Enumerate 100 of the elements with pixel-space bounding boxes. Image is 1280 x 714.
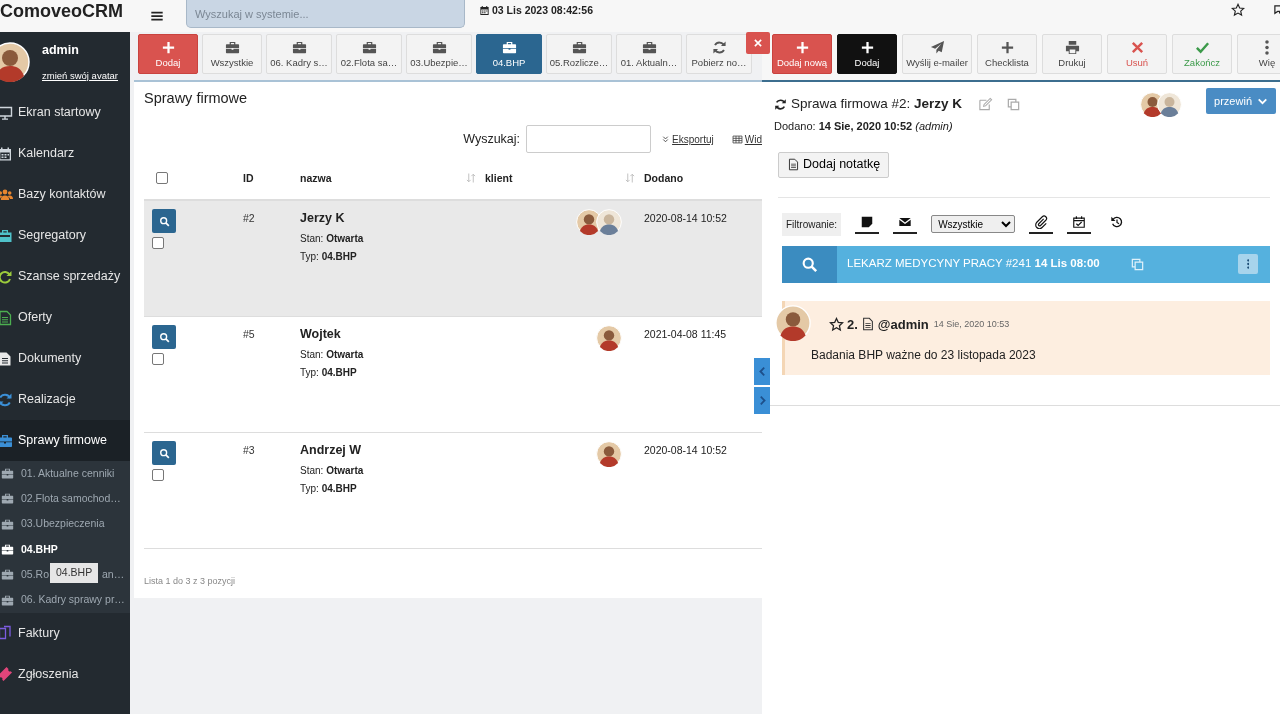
sidebar-item[interactable]: Segregatory bbox=[0, 215, 130, 256]
case-state: Stan: Otwarta bbox=[300, 464, 365, 479]
submenu-item[interactable]: 04.BHP bbox=[21, 541, 58, 558]
binder-icon bbox=[0, 227, 13, 244]
view-link[interactable]: Wid bbox=[731, 131, 762, 147]
column-header[interactable]: ID bbox=[243, 170, 254, 187]
toolbar-button[interactable]: Wyślij e-mailer bbox=[902, 34, 972, 74]
search-button[interactable] bbox=[152, 325, 176, 350]
calendar-check-icon[interactable] bbox=[1072, 214, 1087, 229]
toolbar-button[interactable]: 05.Rozlicze… bbox=[546, 34, 612, 74]
refresh-icon bbox=[711, 39, 727, 55]
filter-select[interactable]: Wszystkie bbox=[931, 215, 1016, 233]
toolbar-button[interactable]: Drukuj bbox=[1042, 34, 1102, 74]
app-logo: ComoveoCRM bbox=[0, 2, 124, 22]
briefcase-icon bbox=[1, 568, 14, 582]
case-type: Typ: 04.BHP bbox=[300, 366, 358, 381]
toolbar-button[interactable]: Wię bbox=[1237, 34, 1280, 74]
note-time: 14 Sie, 2020 10:53 bbox=[933, 317, 1010, 331]
checkbox[interactable] bbox=[152, 237, 164, 250]
note-text: Badania BHP ważne do 23 listopada 2023 bbox=[811, 347, 1037, 364]
submenu-item[interactable]: 01. Aktualne cenniki bbox=[21, 465, 115, 482]
case-name[interactable]: Wojtek bbox=[300, 325, 485, 345]
add-note-button[interactable]: Dodaj notatkę bbox=[778, 151, 890, 178]
export-link[interactable]: Eksportuj bbox=[661, 131, 714, 147]
checkbox[interactable] bbox=[152, 353, 164, 366]
case-name[interactable]: Jerzy K bbox=[300, 209, 485, 229]
search-icon bbox=[158, 331, 170, 343]
search-field[interactable]: Wyszukaj w systemie... bbox=[186, 0, 465, 28]
invoice-icon bbox=[0, 625, 13, 642]
plus-icon bbox=[999, 39, 1015, 55]
avatar bbox=[596, 209, 622, 236]
sidebar-item[interactable]: Faktury bbox=[0, 612, 130, 654]
menu-icon[interactable] bbox=[150, 9, 164, 23]
sync-icon bbox=[0, 268, 13, 285]
briefcase-icon bbox=[571, 39, 587, 55]
toolbar-button[interactable]: 06. Kadry s… bbox=[266, 34, 332, 74]
star-icon[interactable] bbox=[829, 316, 844, 332]
star-icon[interactable] bbox=[1231, 3, 1245, 17]
search-field[interactable] bbox=[526, 125, 652, 154]
checkbox[interactable] bbox=[156, 172, 168, 185]
sidebar-item[interactable]: Ekran startowy bbox=[0, 92, 130, 133]
note-icon[interactable] bbox=[860, 214, 875, 229]
briefcase-icon bbox=[431, 39, 447, 55]
sidebar-item[interactable]: Dokumenty bbox=[0, 338, 130, 379]
search-button[interactable] bbox=[152, 441, 176, 466]
toolbar-button[interactable]: Dodaj bbox=[837, 34, 897, 74]
toolbar-button[interactable]: 02.Flota sa… bbox=[336, 34, 402, 74]
sidebar-item[interactable]: Zgłoszenia bbox=[0, 653, 130, 695]
sidebar-item[interactable]: Bazy kontaktów bbox=[0, 174, 130, 215]
toolbar-button[interactable]: 04.BHP bbox=[476, 34, 542, 74]
case-name[interactable]: Andrzej W bbox=[300, 441, 485, 461]
briefcase-icon bbox=[1, 492, 14, 506]
search-icon[interactable] bbox=[801, 255, 818, 273]
double-chevron-icon bbox=[661, 134, 671, 144]
submenu-item[interactable]: 03.Ubezpieczenia bbox=[21, 516, 105, 533]
toolbar-button[interactable]: Dodaj bbox=[138, 34, 198, 74]
sidebar-item[interactable]: Kalendarz bbox=[0, 133, 130, 174]
submenu-item[interactable]: 02.Flota samochod… bbox=[21, 491, 121, 507]
briefcase-icon bbox=[291, 39, 307, 55]
column-header[interactable]: Dodano bbox=[644, 170, 684, 187]
copy-icon[interactable] bbox=[1006, 96, 1022, 112]
briefcase-icon bbox=[1, 593, 14, 607]
sidebar-item[interactable]: Szanse sprzedaży bbox=[0, 256, 130, 297]
toolbar-button[interactable]: Checklista bbox=[977, 34, 1037, 74]
sidebar-item[interactable]: Realizacje bbox=[0, 379, 130, 420]
toolbar-button[interactable]: Usuń bbox=[1107, 34, 1167, 74]
checkbox[interactable] bbox=[152, 469, 164, 482]
chevron-left-icon bbox=[756, 366, 768, 377]
document-icon bbox=[0, 350, 13, 367]
sidebar-item[interactable]: Sprawy firmowe bbox=[0, 420, 130, 461]
toolbar-button[interactable]: Dodaj nową bbox=[772, 34, 832, 74]
note-author[interactable]: @admin bbox=[877, 314, 929, 334]
case-type: Typ: 04.BHP bbox=[300, 482, 358, 497]
column-header[interactable]: klient bbox=[485, 170, 513, 187]
refresh-icon[interactable] bbox=[774, 97, 787, 111]
change-avatar-link[interactable]: zmień swój avatar bbox=[42, 68, 119, 83]
paperclip-icon[interactable] bbox=[1034, 214, 1049, 229]
search-icon bbox=[158, 447, 170, 459]
submenu-item[interactable]: 06. Kadry sprawy pr… bbox=[21, 592, 125, 608]
scroll-button[interactable]: przewiń bbox=[1206, 88, 1276, 114]
close-button[interactable] bbox=[746, 32, 770, 54]
submenu-item[interactable]: 05.Ro bbox=[21, 566, 50, 583]
case-state: Stan: Otwarta bbox=[300, 232, 365, 247]
toolbar-button[interactable]: Pobierz no… bbox=[686, 34, 752, 74]
search-label: Wyszukaj: bbox=[463, 131, 521, 148]
toolbar-button[interactable]: 01. Aktualn… bbox=[616, 34, 682, 74]
edit-icon[interactable] bbox=[978, 96, 994, 112]
toolbar-button[interactable]: Wszystkie bbox=[202, 34, 262, 74]
briefcase-icon bbox=[1, 517, 14, 531]
panel-title: Sprawy firmowe bbox=[144, 90, 249, 108]
column-header[interactable]: nazwa bbox=[300, 170, 332, 187]
toolbar-button[interactable]: 03.Ubezpie… bbox=[406, 34, 472, 74]
id-cell: #2 bbox=[243, 212, 255, 225]
more-button[interactable] bbox=[1238, 254, 1258, 274]
search-button[interactable] bbox=[152, 209, 176, 234]
sidebar-item[interactable]: Oferty bbox=[0, 297, 130, 338]
history-icon[interactable] bbox=[1110, 214, 1125, 229]
avatar bbox=[1157, 91, 1183, 117]
briefcase-icon bbox=[501, 39, 517, 55]
plus-icon bbox=[160, 39, 176, 55]
